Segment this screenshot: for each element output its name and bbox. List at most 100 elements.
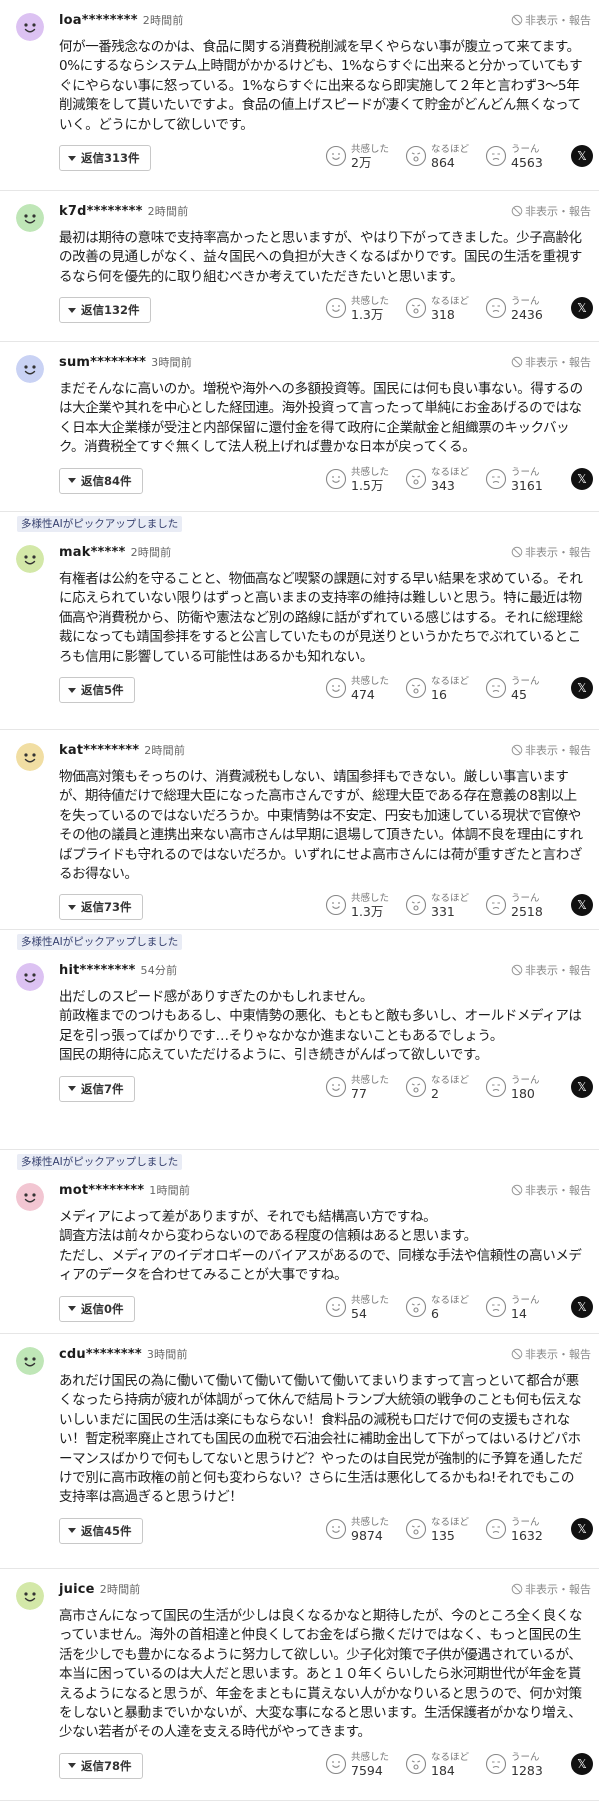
- hide-report-link[interactable]: 非表示・報告: [511, 1346, 591, 1362]
- agree-button[interactable]: なるほど 16: [405, 675, 485, 701]
- hide-report-link[interactable]: 非表示・報告: [511, 1581, 591, 1597]
- username-text[interactable]: mak*****: [59, 545, 126, 560]
- username[interactable]: k7d******** 2時間前: [59, 203, 188, 219]
- hide-report-link[interactable]: 非表示・報告: [511, 1182, 591, 1198]
- username[interactable]: kat******** 2時間前: [59, 742, 185, 758]
- reaction-count: 3161: [511, 477, 543, 493]
- reaction-text: なるほど 6: [431, 1294, 469, 1320]
- x-share-icon[interactable]: 𝕏: [571, 145, 593, 167]
- agree-button[interactable]: なるほど 6: [405, 1294, 485, 1320]
- reply-toggle-button[interactable]: 返信84件: [59, 467, 143, 494]
- hmm-button[interactable]: うーん 3161: [485, 466, 565, 492]
- reaction-label: なるほど: [431, 1294, 470, 1306]
- hide-report-link[interactable]: 非表示・報告: [511, 354, 591, 370]
- x-share-icon[interactable]: 𝕏: [571, 677, 593, 699]
- x-share-icon[interactable]: 𝕏: [571, 1517, 593, 1540]
- username-text[interactable]: juice: [59, 1582, 95, 1597]
- hmm-button[interactable]: うーん 4563: [485, 143, 565, 169]
- hide-report-link[interactable]: 非表示・報告: [511, 742, 591, 758]
- empathy-button[interactable]: 共感した 9874: [325, 1516, 405, 1542]
- reaction-text: うーん 2436: [511, 295, 543, 321]
- x-share-icon[interactable]: 𝕏: [571, 467, 593, 490]
- x-share-icon[interactable]: 𝕏: [571, 894, 593, 917]
- hide-report-link[interactable]: 非表示・報告: [511, 962, 591, 978]
- agree-button[interactable]: なるほど 184: [405, 1751, 485, 1777]
- empathy-button[interactable]: 共感した 1.3万: [325, 892, 405, 918]
- username[interactable]: juice 2時間前: [59, 1581, 141, 1597]
- username[interactable]: cdu******** 3時間前: [59, 1346, 188, 1362]
- hide-report-text[interactable]: 非表示・報告: [525, 1182, 591, 1198]
- x-share-icon[interactable]: 𝕏: [571, 297, 593, 320]
- username-text[interactable]: k7d********: [59, 204, 143, 219]
- agree-button[interactable]: なるほど 864: [405, 143, 485, 169]
- hide-report-text[interactable]: 非表示・報告: [525, 1346, 591, 1362]
- agree-button[interactable]: なるほど 135: [405, 1516, 485, 1542]
- empathy-button[interactable]: 共感した 474: [325, 675, 405, 701]
- reaction-text: なるほど 864: [431, 143, 469, 169]
- reaction-label: なるほど: [431, 1074, 470, 1086]
- reply-count-label: 返信5件: [81, 683, 124, 697]
- empathy-button[interactable]: 共感した 54: [325, 1294, 405, 1320]
- x-share-icon[interactable]: 𝕏: [571, 1752, 593, 1775]
- empathy-button[interactable]: 共感した 7594: [325, 1751, 405, 1777]
- username-text[interactable]: mot********: [59, 1183, 144, 1198]
- hide-report-text[interactable]: 非表示・報告: [525, 203, 591, 219]
- reply-toggle-button[interactable]: 返信73件: [59, 894, 143, 921]
- empathy-button[interactable]: 共感した 77: [325, 1074, 405, 1100]
- reaction-bar: 共感した 77 なるほど 2 うーん 180 𝕏: [325, 1074, 593, 1100]
- username[interactable]: loa******** 2時間前: [59, 12, 184, 28]
- reply-toggle-button[interactable]: 返信0件: [59, 1295, 135, 1322]
- hmm-button[interactable]: うーん 1283: [485, 1751, 565, 1777]
- username-text[interactable]: cdu********: [59, 1347, 142, 1362]
- agree-button[interactable]: なるほど 318: [405, 295, 485, 321]
- hide-report-text[interactable]: 非表示・報告: [525, 544, 591, 560]
- hide-report-text[interactable]: 非表示・報告: [525, 354, 591, 370]
- hide-report-text[interactable]: 非表示・報告: [525, 742, 591, 758]
- reply-toggle-button[interactable]: 返信78件: [59, 1752, 143, 1779]
- agree-button[interactable]: なるほど 343: [405, 466, 485, 492]
- reaction-label: なるほど: [431, 1751, 470, 1763]
- agree-button[interactable]: なるほど 331: [405, 892, 485, 918]
- hmm-button[interactable]: うーん 180: [485, 1074, 565, 1100]
- hide-report-text[interactable]: 非表示・報告: [525, 962, 591, 978]
- reply-toggle-button[interactable]: 返信45件: [59, 1517, 143, 1544]
- hmm-button[interactable]: うーん 45: [485, 675, 565, 701]
- empathy-button[interactable]: 共感した 1.5万: [325, 466, 405, 492]
- empathy-button[interactable]: 共感した 2万: [325, 143, 405, 169]
- username-text[interactable]: sum********: [59, 355, 146, 370]
- reaction-bar: 共感した 474 なるほど 16 うーん 45 𝕏: [325, 675, 593, 701]
- hide-report-text[interactable]: 非表示・報告: [525, 1581, 591, 1597]
- hmm-button[interactable]: うーん 2518: [485, 892, 565, 918]
- username-text[interactable]: loa********: [59, 13, 138, 28]
- hmm-icon: [485, 1296, 511, 1318]
- hmm-button[interactable]: うーん 14: [485, 1294, 565, 1320]
- username[interactable]: mak***** 2時間前: [59, 544, 171, 560]
- hmm-button[interactable]: うーん 1632: [485, 1516, 565, 1542]
- reaction-label: 共感した: [351, 1516, 390, 1528]
- reaction-count: 7594: [351, 1762, 383, 1778]
- username[interactable]: hit******** 54分前: [59, 962, 177, 978]
- empathy-button[interactable]: 共感した 1.3万: [325, 295, 405, 321]
- username-text[interactable]: hit********: [59, 963, 136, 978]
- reply-toggle-button[interactable]: 返信132件: [59, 297, 151, 324]
- hide-report-link[interactable]: 非表示・報告: [511, 12, 591, 28]
- post-time: 3時間前: [151, 356, 192, 369]
- hide-report-link[interactable]: 非表示・報告: [511, 544, 591, 560]
- reply-toggle-button[interactable]: 返信7件: [59, 1075, 135, 1102]
- agree-button[interactable]: なるほど 2: [405, 1074, 485, 1100]
- reply-toggle-button[interactable]: 返信313件: [59, 145, 151, 171]
- reply-toggle-button[interactable]: 返信5件: [59, 677, 135, 703]
- hmm-button[interactable]: うーん 2436: [485, 295, 565, 321]
- username-text[interactable]: kat********: [59, 743, 139, 758]
- x-share-icon[interactable]: 𝕏: [571, 1075, 593, 1098]
- reaction-label: なるほど: [431, 466, 470, 478]
- caret-down-icon: [68, 307, 76, 313]
- comment-card: kat******** 2時間前 非表示・報告 物価高対策もそっちのけ、消費減税もしな…: [0, 730, 599, 930]
- hide-report-link[interactable]: 非表示・報告: [511, 203, 591, 219]
- username[interactable]: sum******** 3時間前: [59, 354, 192, 370]
- x-share-icon[interactable]: 𝕏: [571, 1295, 593, 1318]
- reaction-count: 45: [511, 687, 527, 702]
- username[interactable]: mot******** 1時間前: [59, 1182, 190, 1198]
- hide-report-text[interactable]: 非表示・報告: [525, 12, 591, 28]
- reaction-count: 864: [431, 155, 455, 170]
